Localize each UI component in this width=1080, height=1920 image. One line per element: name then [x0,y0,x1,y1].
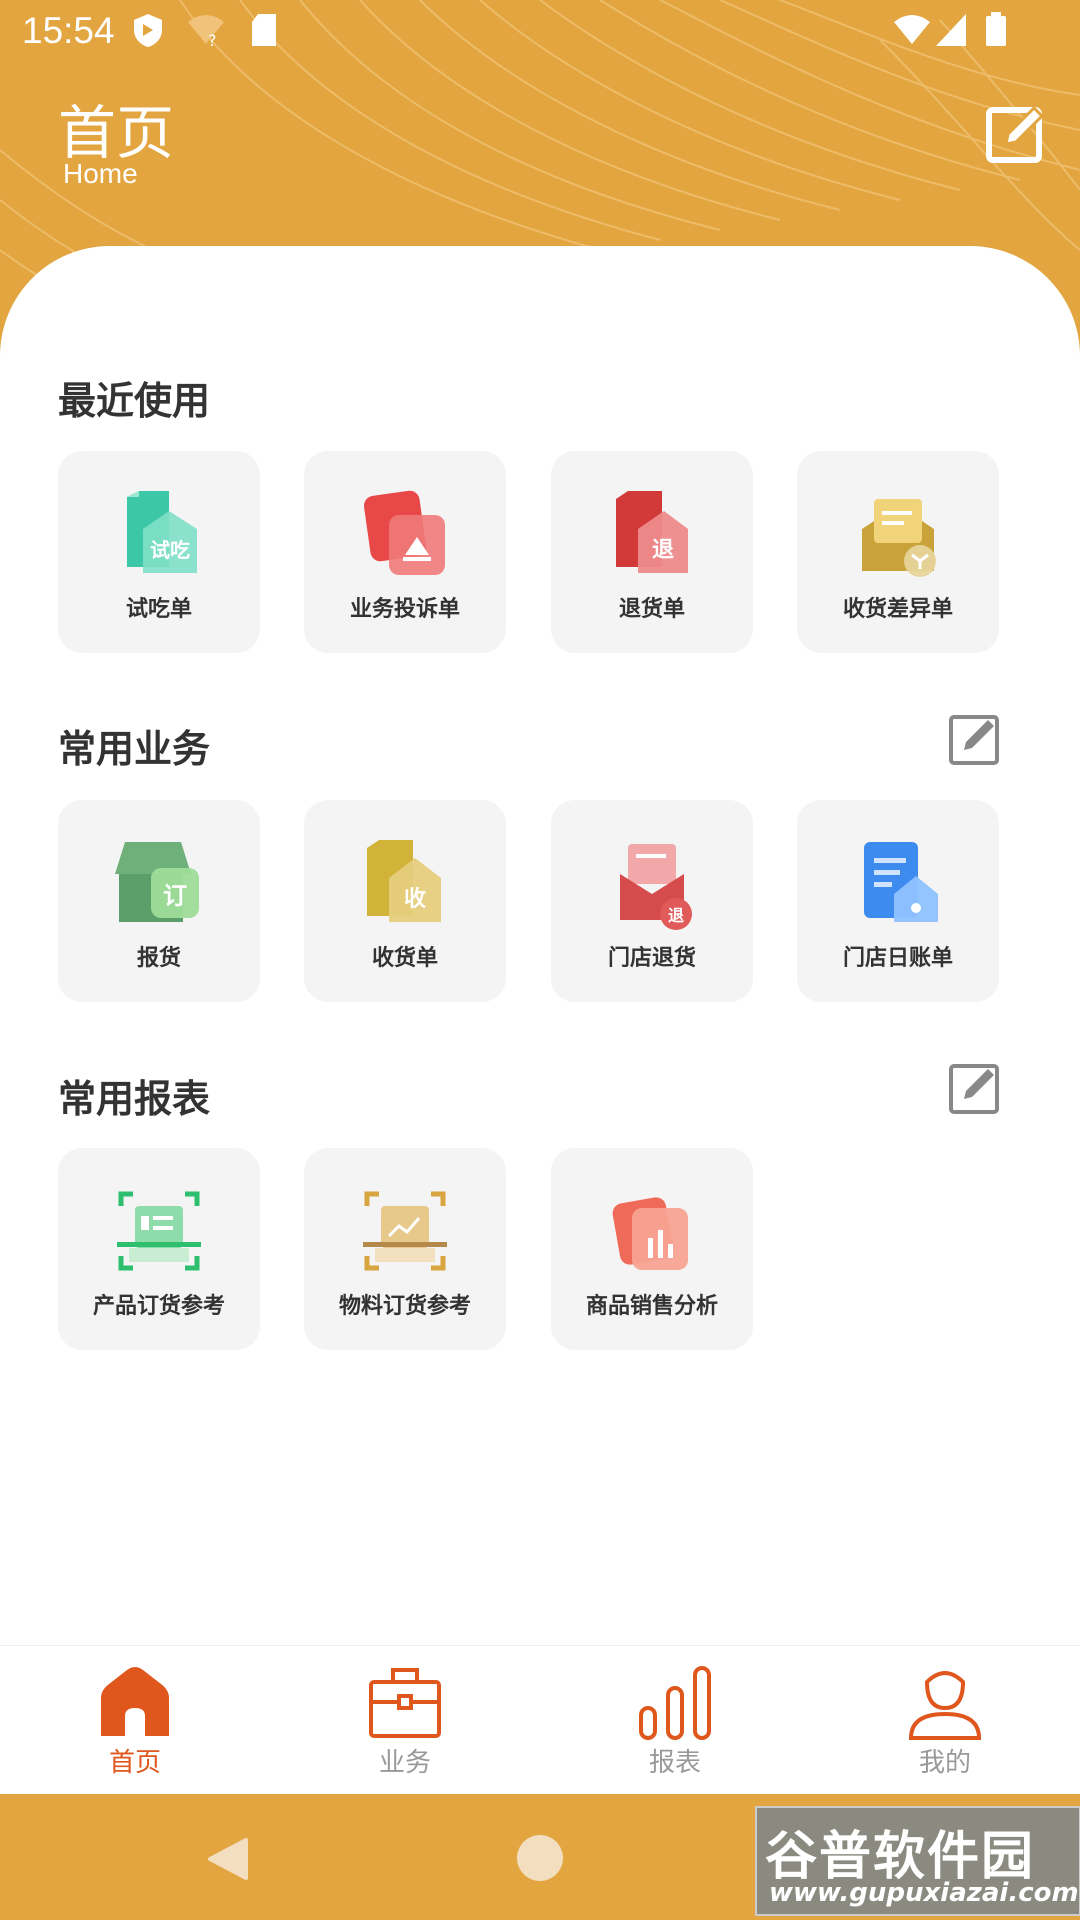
status-time: 15:54 [22,10,115,51]
page-subtitle: Home [63,158,138,189]
tile-tasting-order[interactable]: 试吃 试吃单 [58,451,260,653]
tab-home[interactable]: 首页 [0,1646,270,1795]
tab-mine[interactable]: 我的 [810,1646,1080,1795]
store-daily-bill-icon [864,842,938,922]
tile-complaint-order[interactable]: 业务投诉单 [304,451,506,653]
material-order-reference-icon [363,1191,447,1271]
tile-label: 退货单 [618,597,685,622]
complaint-order-icon [363,490,445,575]
edit-business-icon[interactable] [948,712,1002,766]
tile-product-order-reference[interactable]: 产品订货参考 [58,1148,260,1350]
tile-label: 收货差异单 [842,597,953,622]
watermark-url: www.gupuxiazai.com [769,1878,1079,1908]
receipt-order-icon: 收 [367,840,441,922]
tile-label: 商品销售分析 [585,1294,718,1319]
section-title-reports: 常用报表 [58,1077,211,1121]
tile-label: 门店日账单 [842,946,953,971]
edit-reports-icon[interactable] [948,1061,1002,1115]
tile-label: 报货 [136,946,181,971]
bar-chart-icon [639,1666,711,1740]
signal-icon [936,14,966,46]
status-bar: 15:54 ? [0,0,1080,62]
back-icon[interactable] [204,1836,250,1882]
return-order-icon: 退 [616,491,688,573]
watermark-logo: 谷普软件园 www.gupuxiazai.com [755,1806,1080,1916]
home-icon [101,1667,169,1736]
tile-label: 产品订货参考 [92,1294,225,1319]
tasting-order-icon: 试吃 [127,491,197,573]
store-return-icon: 退 [620,844,692,930]
battery-icon [986,12,1006,46]
content-area: 最近使用 试吃 试吃单 业务投诉单 退 退货单 收货差异单 常用业务 订 报货 … [0,246,1080,1646]
shield-icon [134,14,162,47]
person-icon [908,1671,982,1740]
sd-card-icon [252,14,276,46]
product-order-reference-icon [117,1191,201,1271]
tile-material-order-reference[interactable]: 物料订货参考 [304,1148,506,1350]
briefcase-icon [369,1668,441,1738]
tab-label: 业务 [378,1748,431,1778]
home-button-icon[interactable] [516,1834,564,1882]
tile-label: 试吃单 [125,597,192,622]
tile-label: 收货单 [371,946,438,971]
tile-label: 门店退货 [607,946,696,971]
section-title-business: 常用业务 [58,727,211,771]
svg-text:退: 退 [652,538,674,563]
tile-receipt-difference[interactable]: 收货差异单 [797,451,999,653]
svg-text:试吃: 试吃 [150,538,190,562]
tile-sales-analysis[interactable]: 商品销售分析 [551,1148,753,1350]
receipt-difference-icon [862,499,936,577]
wifi-icon [894,15,930,44]
svg-text:收: 收 [404,886,426,912]
svg-text:退: 退 [668,906,684,925]
tile-return-order[interactable]: 退 退货单 [551,451,753,653]
tile-label: 业务投诉单 [349,597,460,622]
tile-label: 物料订货参考 [338,1294,471,1319]
tile-order-goods[interactable]: 订 报货 [58,800,260,1002]
tile-store-return[interactable]: 退 门店退货 [551,800,753,1002]
tile-store-daily-bill[interactable]: 门店日账单 [797,800,999,1002]
sales-analysis-icon [612,1197,688,1270]
order-goods-icon: 订 [115,842,199,922]
tab-label: 首页 [108,1748,161,1778]
tab-business[interactable]: 业务 [270,1646,540,1795]
svg-text:订: 订 [163,882,187,910]
tab-label: 我的 [918,1748,971,1778]
tab-label: 报表 [648,1748,701,1778]
section-title-recent: 最近使用 [58,379,211,423]
edit-icon[interactable] [984,100,1050,166]
wifi-unknown-icon: ? [188,15,224,48]
svg-text:?: ? [208,31,217,48]
tile-receipt-order[interactable]: 收 收货单 [304,800,506,1002]
tab-reports[interactable]: 报表 [540,1646,810,1795]
bottom-tab-bar: 首页 业务 报表 我的 [0,1645,1080,1795]
